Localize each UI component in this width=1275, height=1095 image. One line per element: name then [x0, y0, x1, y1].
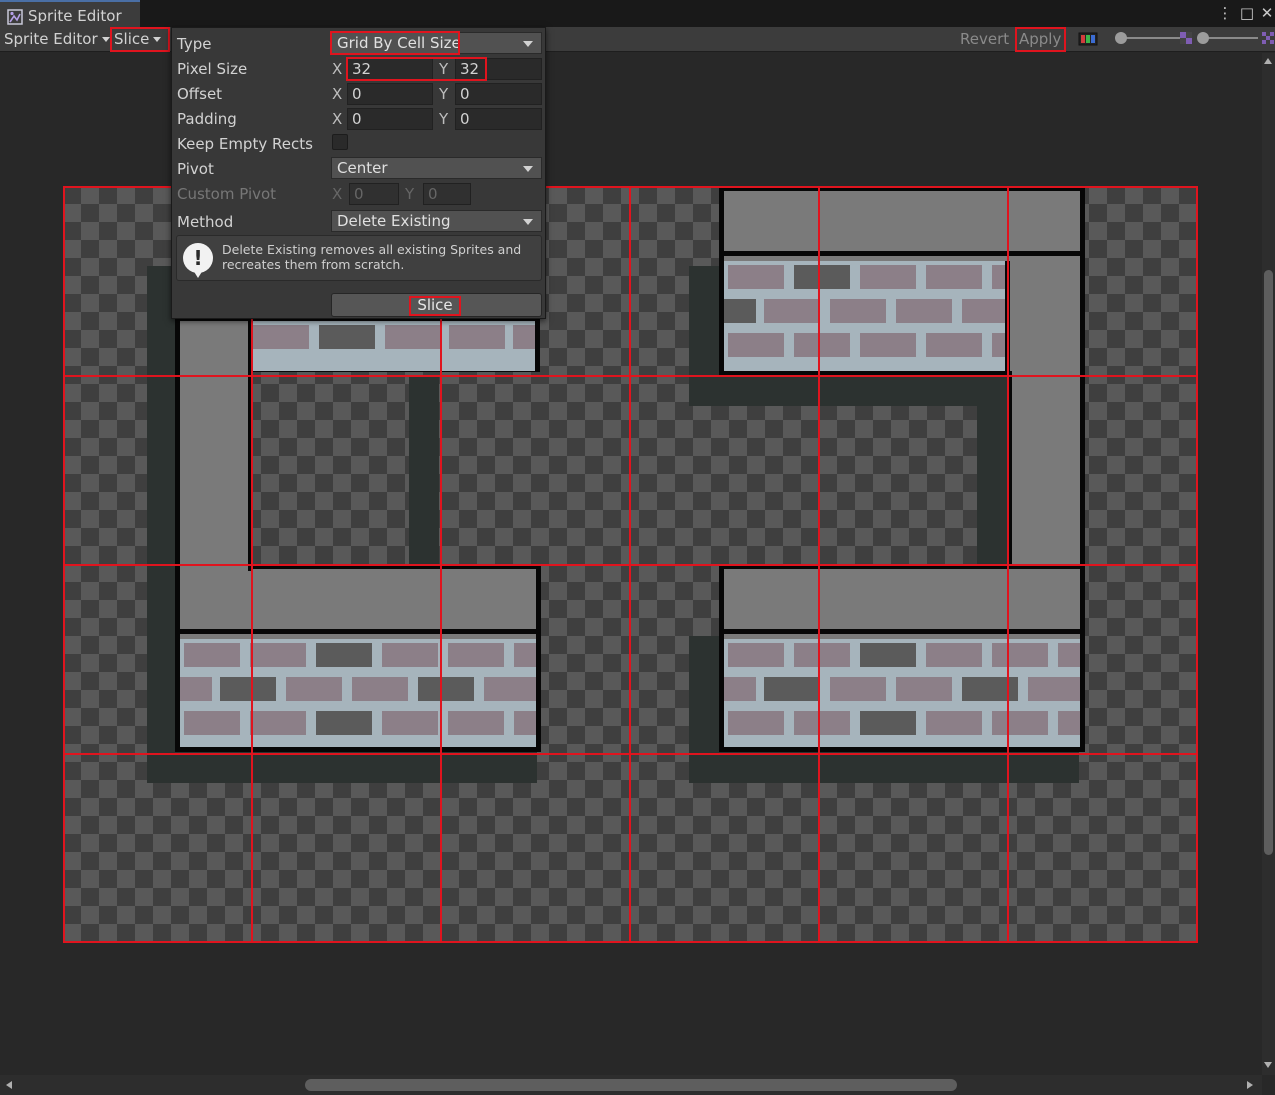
- x-label: X: [332, 185, 343, 203]
- type-dropdown[interactable]: Grid By Cell Size: [330, 31, 542, 55]
- scroll-right-icon[interactable]: [1247, 1081, 1253, 1089]
- offset-x-field[interactable]: 0: [347, 83, 433, 105]
- method-dropdown[interactable]: Delete Existing: [331, 210, 542, 232]
- slice-button-label: Slice: [409, 296, 461, 316]
- slice-menu-button[interactable]: Slice: [110, 27, 170, 52]
- padding-label: Padding: [177, 110, 237, 128]
- mipmap-slider-track[interactable]: [1202, 37, 1258, 39]
- alpha-slider-track[interactable]: [1120, 37, 1180, 39]
- pivot-label: Pivot: [177, 160, 214, 178]
- pixel-size-highlight: [346, 57, 487, 81]
- alpha-slider-handle[interactable]: [1115, 32, 1127, 44]
- window-title: Sprite Editor: [28, 7, 122, 25]
- revert-button[interactable]: Revert: [960, 27, 1009, 52]
- color-channel-icon[interactable]: [1078, 32, 1098, 46]
- scroll-up-icon[interactable]: [1264, 58, 1272, 64]
- method-info-text: Delete Existing removes all existing Spr…: [222, 242, 522, 272]
- scroll-down-icon[interactable]: [1264, 1062, 1272, 1068]
- chevron-down-icon: [101, 37, 110, 42]
- slice-grid-line: [63, 564, 1198, 566]
- more-options-icon[interactable]: ⋮: [1216, 4, 1234, 22]
- slice-button[interactable]: Slice: [331, 293, 542, 317]
- slice-popup: Type Grid By Cell Size Pixel Size X 32 Y…: [171, 27, 546, 319]
- sprite-editor-tab[interactable]: Sprite Editor: [0, 0, 140, 27]
- type-label: Type: [177, 35, 212, 53]
- method-value: Delete Existing: [337, 212, 451, 230]
- editor-mode-label: Sprite Editor: [4, 30, 98, 48]
- pivot-dropdown[interactable]: Center: [331, 157, 542, 179]
- mipmap-large-icon: [1262, 32, 1274, 44]
- vertical-scroll-thumb[interactable]: [1264, 270, 1273, 855]
- keep-empty-rects-checkbox[interactable]: [332, 134, 348, 150]
- padding-y-field[interactable]: 0: [455, 108, 542, 130]
- offset-label: Offset: [177, 85, 223, 103]
- offset-y-field[interactable]: 0: [455, 83, 542, 105]
- x-label: X: [332, 60, 343, 78]
- slice-menu-label: Slice: [114, 30, 150, 48]
- method-label: Method: [177, 213, 234, 231]
- custom-pivot-y-field: 0: [423, 183, 471, 205]
- apply-button[interactable]: Apply: [1015, 27, 1066, 52]
- close-icon[interactable]: ✕: [1258, 4, 1275, 22]
- padding-x-field[interactable]: 0: [347, 108, 433, 130]
- sprite-editor-icon: [7, 9, 23, 25]
- horizontal-scroll-thumb[interactable]: [305, 1079, 957, 1091]
- chevron-down-icon: [153, 37, 162, 42]
- slice-grid-line: [63, 375, 1198, 377]
- scroll-left-icon[interactable]: [6, 1081, 12, 1089]
- custom-pivot-x-field: 0: [349, 183, 399, 205]
- chevron-down-icon: [523, 41, 533, 47]
- warning-icon: !: [183, 243, 213, 273]
- custom-pivot-label: Custom Pivot: [177, 185, 277, 203]
- slice-grid-line: [63, 753, 1198, 755]
- keep-empty-rects-label: Keep Empty Rects: [177, 135, 313, 153]
- chevron-down-icon: [523, 166, 533, 172]
- editor-mode-dropdown[interactable]: Sprite Editor: [4, 27, 110, 52]
- pivot-value: Center: [337, 159, 388, 177]
- y-label: Y: [439, 85, 449, 103]
- y-label: Y: [405, 185, 415, 203]
- chevron-down-icon: [523, 219, 533, 225]
- maximize-icon[interactable]: □: [1238, 4, 1256, 22]
- y-label: Y: [439, 110, 449, 128]
- x-label: X: [332, 85, 343, 103]
- window-title-bar: [0, 0, 1275, 27]
- pixel-size-label: Pixel Size: [177, 60, 248, 78]
- method-info-box: ! Delete Existing removes all existing S…: [176, 235, 542, 281]
- x-label: X: [332, 110, 343, 128]
- mipmap-icon: [1180, 32, 1192, 44]
- mipmap-slider-handle[interactable]: [1197, 32, 1209, 44]
